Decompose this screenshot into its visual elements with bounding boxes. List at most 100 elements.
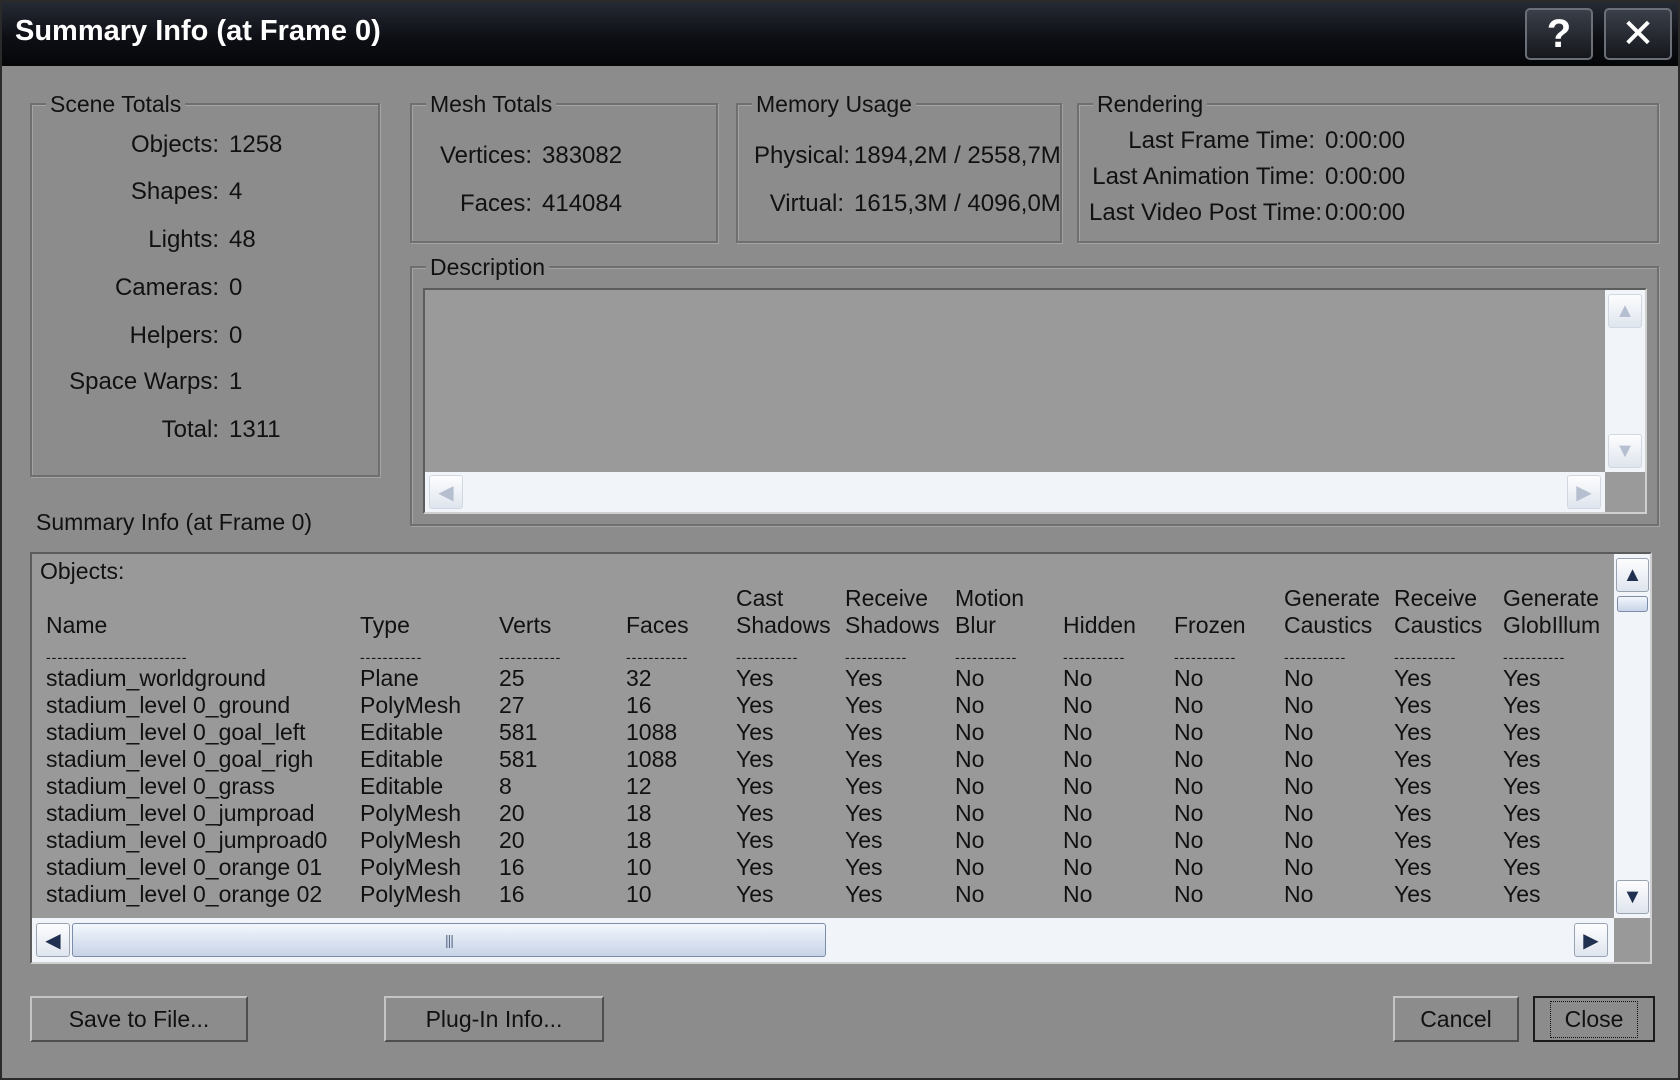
close-window-button[interactable]: ✕ — [1604, 8, 1672, 60]
objects-vscroll-thumb[interactable] — [1617, 596, 1648, 612]
column-header-line1: Receive — [1394, 585, 1478, 611]
table-cell: stadium_level 0_ground — [46, 692, 291, 718]
scene-total-value: 1311 — [229, 416, 281, 443]
table-row[interactable]: stadium_level 0_goal_left Editable 581 1088… — [46, 719, 1613, 746]
table-row[interactable]: stadium_level 0_orange 01 PolyMesh 16 10 Yes… — [46, 854, 1613, 881]
column-header: GlobIllum — [1503, 612, 1601, 638]
table-cell: Yes — [736, 800, 774, 826]
table-cell: PolyMesh — [360, 854, 461, 880]
help-icon: ? — [1546, 11, 1572, 56]
faces-value: 414084 — [542, 190, 623, 217]
description-textarea[interactable]: ▲ ▼ ◀ ▶ — [423, 288, 1647, 514]
scene-total-row: Cameras: 0 — [50, 274, 242, 302]
table-cell: Yes — [736, 773, 774, 799]
virtual-value: 1615,3M / 4096,0M — [854, 190, 1061, 217]
header-separator: ----------- — [1503, 649, 1566, 665]
objects-scroll-right-button[interactable]: ▶ — [1574, 923, 1608, 957]
table-cell: 20 — [499, 827, 525, 853]
table-header-row: Name Type Verts Faces Shadows Shadows Blur Hidd… — [46, 611, 1613, 638]
close-button[interactable]: Close — [1533, 996, 1655, 1042]
chevron-right-icon: ▶ — [1583, 929, 1599, 952]
close-icon: ✕ — [1621, 12, 1655, 56]
title-bar[interactable]: Summary Info (at Frame 0) ? ✕ — [2, 2, 1678, 66]
table-cell: 8 — [499, 773, 512, 799]
table-cell: Yes — [736, 719, 774, 745]
column-header-line1: Motion — [955, 585, 1025, 611]
column-header: Type — [360, 612, 410, 638]
table-cell: 1088 — [626, 719, 678, 745]
table-cell: No — [955, 881, 985, 907]
objects-scroll-down-button[interactable]: ▼ — [1616, 880, 1649, 914]
save-to-file-label: Save to File... — [68, 1005, 210, 1032]
table-cell: No — [955, 827, 985, 853]
last-frame-time-row: Last Frame Time: 0:00:00 — [1089, 127, 1405, 155]
vertices-value: 383082 — [542, 142, 623, 169]
virtual-row: Virtual: 1615,3M / 4096,0M — [754, 190, 1061, 218]
last-frame-time-label: Last Frame Time: — [1128, 127, 1315, 154]
scene-total-row: Lights: 48 — [50, 226, 255, 254]
description-hscrollbar[interactable]: ◀ ▶ — [425, 472, 1605, 512]
table-cell: Yes — [845, 665, 883, 691]
table-row[interactable]: stadium_level 0_jumproad0 PolyMesh 20 18 Yes… — [46, 827, 1613, 854]
objects-scroll-up-button[interactable]: ▲ — [1616, 558, 1649, 592]
table-cell: PolyMesh — [360, 881, 461, 907]
table-row[interactable]: stadium_level 0_goal_righ Editable 581 1088… — [46, 746, 1613, 773]
description-scroll-right-button[interactable]: ▶ — [1567, 475, 1601, 509]
rendering-group: Rendering Last Frame Time: 0:00:00 Last A… — [1077, 91, 1659, 243]
table-cell: Yes — [1394, 773, 1432, 799]
table-cell: Yes — [1503, 827, 1541, 853]
objects-vscrollbar[interactable]: ▲ ▼ — [1614, 554, 1650, 918]
column-header: Name — [46, 612, 108, 638]
scene-total-row: Shapes: 4 — [50, 178, 242, 206]
plug-in-info-button[interactable]: Plug-In Info... — [384, 996, 604, 1042]
description-scroll-up-button[interactable]: ▲ — [1608, 294, 1642, 328]
table-cell: No — [955, 719, 985, 745]
table-cell: No — [1284, 827, 1314, 853]
physical-value: 1894,2M / 2558,7M — [854, 142, 1061, 169]
column-header: Faces — [626, 612, 689, 638]
column-header-line1: Cast — [736, 585, 784, 611]
table-cell: Yes — [845, 773, 883, 799]
scene-total-value: 1258 — [229, 131, 283, 158]
scene-total-row: Space Warps: 1 — [50, 368, 242, 396]
table-row[interactable]: stadium_level 0_ground PolyMesh 27 16 Yes Yes… — [46, 692, 1613, 719]
table-cell: Yes — [845, 800, 883, 826]
help-button[interactable]: ? — [1525, 8, 1593, 60]
table-cell: stadium_level 0_jumproad — [46, 800, 315, 826]
table-cell: Plane — [360, 665, 419, 691]
table-header-row: Cast Receive Motion Generate Receive Generate — [46, 584, 1613, 611]
objects-list-viewport: Objects: Cast Receive Motion Generate Receiv… — [32, 554, 1614, 918]
description-scroll-left-button[interactable]: ◀ — [429, 475, 463, 509]
objects-scroll-left-button[interactable]: ◀ — [36, 923, 70, 957]
objects-listbox[interactable]: Objects: Cast Receive Motion Generate Receiv… — [30, 552, 1652, 964]
table-cell: 20 — [499, 800, 525, 826]
description-scroll-down-button[interactable]: ▼ — [1608, 434, 1642, 468]
table-cell: No — [955, 773, 985, 799]
table-cell: 27 — [499, 692, 525, 718]
scene-total-row: Helpers: 0 — [50, 322, 243, 350]
table-cell: No — [1063, 854, 1093, 880]
table-cell: Yes — [1394, 827, 1432, 853]
column-header-line1 — [499, 584, 626, 611]
memory-usage-group: Memory Usage Physical: 1894,2M / 2558,7M … — [736, 91, 1062, 243]
table-row[interactable]: stadium_level 0_jumproad PolyMesh 20 18 Yes Y… — [46, 800, 1613, 827]
column-header: Frozen — [1174, 612, 1246, 638]
scene-total-label: Total: — [161, 416, 219, 443]
chevron-up-icon: ▲ — [1615, 299, 1635, 322]
last-animation-time-label: Last Animation Time: — [1092, 163, 1315, 190]
table-cell: No — [1063, 773, 1093, 799]
chevron-left-icon: ◀ — [438, 481, 454, 504]
description-group: Description ▲ ▼ ◀ ▶ — [410, 254, 1659, 526]
table-row[interactable]: stadium_level 0_grass Editable 8 12 Yes Yes No… — [46, 773, 1613, 800]
table-row[interactable]: stadium_level 0_orange 02 PolyMesh 16 10 Yes… — [46, 881, 1613, 908]
table-row[interactable]: stadium_worldground Plane 25 32 Yes Yes No No No… — [46, 665, 1613, 692]
table-cell: No — [1063, 719, 1093, 745]
save-to-file-button[interactable]: Save to File... — [30, 996, 248, 1042]
objects-hscroll-thumb[interactable]: ||| — [72, 923, 826, 957]
objects-hscrollbar[interactable]: ◀ ||| ▶ — [32, 918, 1614, 962]
cancel-button[interactable]: Cancel — [1393, 996, 1519, 1042]
table-cell: No — [1284, 746, 1314, 772]
description-vscrollbar[interactable]: ▲ ▼ — [1605, 290, 1645, 472]
scene-total-label: Shapes: — [130, 178, 219, 205]
mesh-totals-title: Mesh Totals — [426, 91, 557, 118]
